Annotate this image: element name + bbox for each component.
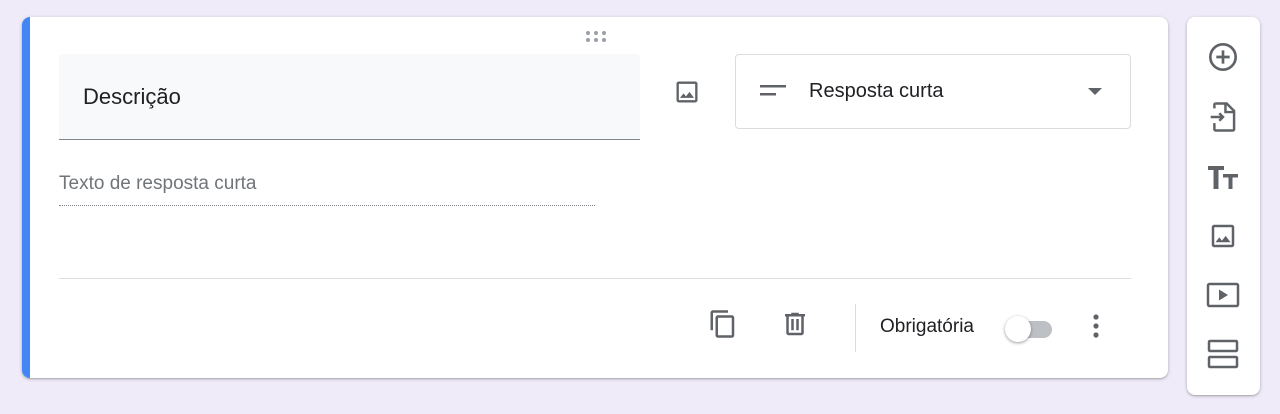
footer-divider: [59, 278, 1131, 279]
floating-toolbar: [1187, 17, 1260, 395]
short-text-icon: [760, 85, 786, 96]
image-icon: [1211, 224, 1235, 248]
more-vert-icon: [1093, 314, 1099, 338]
section-icon: [1207, 339, 1239, 369]
add-circle-icon: [1209, 43, 1237, 71]
arrow-drop-down-icon: [1088, 88, 1102, 95]
add-title-button[interactable]: [1203, 157, 1243, 197]
add-section-button[interactable]: [1203, 334, 1243, 374]
add-question-button[interactable]: [1203, 37, 1243, 77]
video-icon: [1206, 282, 1240, 308]
short-answer-placeholder: Texto de resposta curta: [59, 173, 595, 206]
add-image-button[interactable]: [667, 72, 707, 112]
trash-icon: [785, 312, 805, 336]
drag-handle-icon[interactable]: [584, 29, 608, 43]
import-questions-button[interactable]: [1203, 97, 1243, 137]
toggle-thumb: [1005, 316, 1031, 342]
add-image-tool-button[interactable]: [1203, 216, 1243, 256]
duplicate-button[interactable]: [703, 304, 743, 344]
footer-separator: [855, 304, 856, 352]
question-type-label: Resposta curta: [809, 80, 944, 102]
required-toggle[interactable]: [1004, 314, 1060, 342]
image-icon: [676, 81, 698, 103]
import-icon: [1210, 102, 1236, 132]
question-title-input[interactable]: Descrição: [59, 54, 640, 140]
question-card[interactable]: Descrição Resposta curta Texto de respos…: [22, 17, 1168, 378]
add-video-button[interactable]: [1203, 275, 1243, 315]
required-label: Obrigatória: [880, 316, 974, 337]
question-type-select[interactable]: Resposta curta: [735, 54, 1131, 129]
more-options-button[interactable]: [1078, 306, 1114, 346]
title-icon: [1208, 166, 1238, 189]
active-accent-bar: [22, 17, 30, 378]
content-copy-icon: [710, 310, 735, 338]
delete-button[interactable]: [775, 304, 815, 344]
